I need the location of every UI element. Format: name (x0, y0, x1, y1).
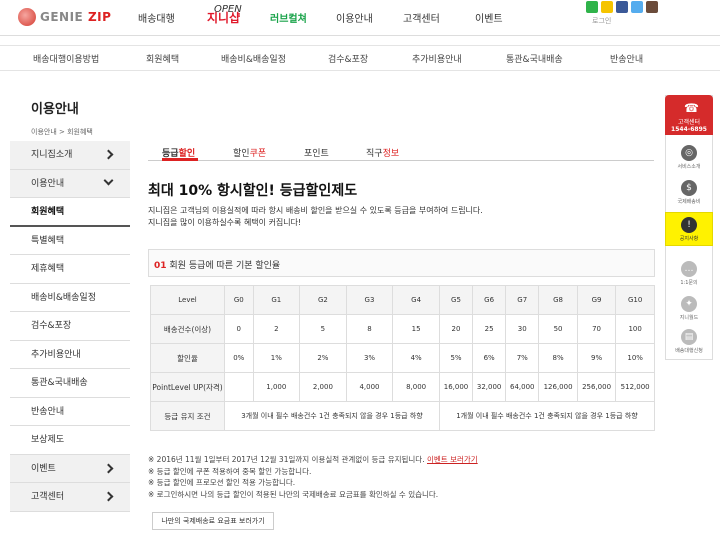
quick-notice[interactable]: ! 공지사항 (665, 212, 713, 246)
chat-icon: … (681, 261, 697, 277)
quick-genie-world[interactable]: ✦ 지니월드 (665, 292, 713, 326)
notice-icon: ! (681, 217, 697, 233)
subnav-inspection[interactable]: 검수&포장 (328, 52, 368, 65)
note-3: ※ 등급 할인에 프로모션 할인 적용 가능합니다. (148, 478, 296, 487)
headline: 최대 10% 항시할인! 등급할인제도 (148, 183, 358, 199)
sidebar-item-special-benefit[interactable]: 특별혜택 (10, 226, 130, 255)
my-rate-table-button[interactable]: 나만의 국제배송료 요금표 보러가기 (152, 512, 274, 530)
sidebar-item-return[interactable]: 반송안내 (10, 397, 130, 426)
quick-apply[interactable]: ▤ 배송대행신청 (665, 325, 713, 359)
document-icon: ▤ (681, 329, 697, 345)
sub-nav: 배송대행이용방법 회원혜택 배송비&배송일정 검수&포장 추가비용안내 통관&국… (0, 45, 720, 71)
note-2: ※ 등급 할인에 쿠폰 적용하여 중복 할인 가능합니다. (148, 466, 312, 476)
keep-condition-left: 3개월 이내 필수 배송건수 1건 충족되지 않을 경우 1등급 하향 (224, 401, 440, 431)
note-1: ※ 2016년 11월 1일부터 2017년 12월 31일까지 이용실적 관계… (148, 455, 478, 464)
description-line-1: 지니집은 고객님의 이용실적에 따라 항시 배송비 할인을 받으실 수 있도록 … (148, 206, 483, 215)
instagram-icon[interactable] (646, 1, 658, 13)
subnav-shipping-fee[interactable]: 배송비&배송일정 (221, 52, 286, 65)
tab-discount-coupon[interactable]: 할인쿠폰 (233, 146, 266, 159)
description-line-2: 지니집을 많이 이용하실수록 혜택이 커집니다! (148, 218, 302, 227)
grade-table: Level G0 G1 G2 G3 G4 G5 G6 G7 G8 G9 G10 배송건수(이상) 0… (150, 285, 656, 431)
section-number: 01 (154, 261, 167, 271)
content-tabs (148, 140, 654, 161)
sidebar-item-compensation[interactable]: 보상제도 (10, 426, 130, 455)
twitter-icon[interactable] (631, 1, 643, 13)
chevron-right-icon (103, 149, 114, 160)
section-title: 01 회원 등급에 따른 기본 할인율 (154, 261, 281, 271)
sidebar-item-member-benefit[interactable]: 회원혜택 (10, 198, 130, 227)
subnav-customs[interactable]: 통관&국내배송 (506, 52, 563, 65)
sns-links (586, 1, 658, 13)
subnav-member-benefit[interactable]: 회원혜택 (146, 52, 179, 65)
login-link[interactable]: 로그인 (592, 16, 611, 26)
sidebar: 지니집소개 이용안내 회원혜택 특별혜택 제휴혜택 배송비&배송일정 검수&포장… (10, 141, 130, 512)
table-row: Level G0 G1 G2 G3 G4 G5 G6 G7 G8 G9 G10 (150, 285, 655, 315)
sidebar-item-inspection[interactable]: 검수&포장 (10, 312, 130, 341)
tab-point[interactable]: 포인트 (304, 146, 329, 159)
dollar-icon: $ (681, 180, 697, 196)
table-row: 등급 유지 조건 3개월 이내 필수 배송건수 1건 충족되지 않을 경우 1등… (150, 401, 656, 431)
quick-inquiry[interactable]: … 1:1문의 (665, 257, 713, 291)
quick-service-intro[interactable]: ◎ 서비스소개 (665, 141, 713, 175)
chevron-down-icon (103, 175, 114, 185)
keep-condition-right: 1개월 이내 필수 배송건수 1건 충족되지 않을 경우 1등급 하향 (438, 401, 656, 431)
sidebar-item-intro[interactable]: 지니집소개 (10, 141, 130, 170)
description: 지니집은 고객님의 이용실적에 따라 항시 배송비 할인을 받으실 수 있도록 … (148, 205, 483, 229)
nav-customer-center[interactable]: 고객센터 (403, 10, 440, 25)
globe-icon: ◎ (681, 145, 697, 161)
nav-genie-shop[interactable]: 지니샵 (207, 9, 240, 26)
sidebar-item-guide[interactable]: 이용안내 (10, 169, 130, 198)
breadcrumb: 이용안내 > 회원혜택 (31, 128, 93, 136)
subnav-how-to[interactable]: 배송대행이용방법 (33, 52, 99, 65)
phone-icon: ☎ (684, 101, 699, 115)
tab-direct-info[interactable]: 직구정보 (366, 146, 399, 159)
table-row: PointLevel UP(자격) 1,000 2,000 4,000 8,000 16… (150, 372, 655, 402)
table-row: 할인율 0% 1% 2% 3% 4% 5% 6% 7% 8% 9% 10% (150, 343, 655, 373)
subnav-return[interactable]: 반송안내 (610, 52, 643, 65)
lamp-icon: ✦ (681, 296, 697, 312)
row-label-count: 배송건수(이상) (150, 314, 225, 344)
sidebar-item-extra-cost[interactable]: 추가비용안내 (10, 340, 130, 369)
page-title: 이용안내 (31, 102, 79, 117)
quick-call-center[interactable]: ☎ 고객센터 1544-6895 (665, 95, 713, 135)
subnav-extra-cost[interactable]: 추가비용안내 (412, 52, 462, 65)
active-tab-underline (162, 158, 198, 161)
table-row: 배송건수(이상) 0 2 5 8 15 20 25 30 50 70 100 (150, 314, 655, 344)
kakao-icon[interactable] (601, 1, 613, 13)
nav-guide[interactable]: 이용안내 (336, 10, 373, 25)
row-label-point: PointLevel UP(자격) (150, 372, 225, 402)
facebook-icon[interactable] (616, 1, 628, 13)
chevron-right-icon (103, 463, 114, 473)
nav-event[interactable]: 이벤트 (475, 10, 503, 25)
row-label-rate: 할인율 (150, 343, 225, 373)
sidebar-item-shipping-fee[interactable]: 배송비&배송일정 (10, 283, 130, 312)
top-header: GENIE ZIP 배송대행 OPEN 지니샵 러브컬쳐 이용안내 고객센터 이… (0, 0, 720, 36)
row-label-keep: 등급 유지 조건 (150, 401, 225, 431)
sidebar-item-event[interactable]: 이벤트 (10, 454, 130, 483)
main-nav: 배송대행 OPEN 지니샵 러브컬쳐 이용안내 고객센터 이벤트 (0, 4, 720, 30)
note-4: ※ 로그인하시면 나의 등급 할인이 적용된 나만의 국제배송료 요금표를 확인… (148, 489, 439, 499)
line-icon[interactable] (586, 1, 598, 13)
level-header: Level (150, 285, 225, 315)
notes: ※ 2016년 11월 1일부터 2017년 12월 31일까지 이용실적 관계… (148, 454, 478, 500)
sidebar-item-partner-benefit[interactable]: 제휴혜택 (10, 255, 130, 284)
nav-shipping[interactable]: 배송대행 (138, 10, 175, 25)
sidebar-item-customs[interactable]: 통관&국내배송 (10, 369, 130, 398)
nav-love-culture[interactable]: 러브컬쳐 (270, 10, 307, 25)
event-link[interactable]: 이벤트 보러가기 (427, 455, 478, 464)
chevron-right-icon (103, 491, 114, 502)
quick-shipping-fee[interactable]: $ 국제배송비 (665, 176, 713, 210)
sidebar-item-customer-center[interactable]: 고객센터 (10, 483, 130, 512)
